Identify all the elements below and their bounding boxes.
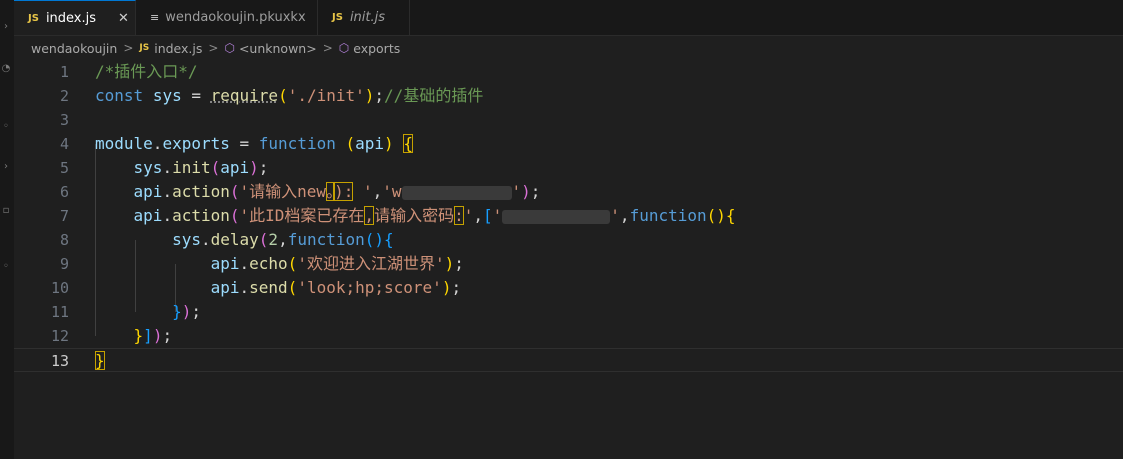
string-token: './init' <box>287 86 365 105</box>
code-line[interactable]: 10 api.send('look;hp;score'); <box>14 276 1123 300</box>
param-token: api <box>355 134 385 153</box>
line-number: 6 <box>59 183 69 201</box>
code-line-current[interactable]: 13 } <box>14 348 1123 372</box>
code-line[interactable]: 4 module.exports = function (api) { <box>14 132 1123 156</box>
function-token: require <box>210 86 279 105</box>
code-line[interactable]: 5 sys.init(api); <box>14 156 1123 180</box>
line-number: 8 <box>59 231 69 249</box>
line-number: 2 <box>59 87 69 105</box>
activity-icon-3[interactable]: ◦ <box>1 122 11 132</box>
breadcrumb: wendaokoujin > JS index.js > ⬡ <unknown>… <box>14 36 1123 60</box>
code-line[interactable]: 1 /*插件入口*/ <box>14 60 1123 84</box>
code-line[interactable]: 7 api.action('此ID档案已存在,请输入密码:',[' ',funct… <box>14 204 1123 228</box>
keyword-token: function <box>258 134 336 153</box>
code-line[interactable]: 3 <box>14 108 1123 132</box>
line-number: 10 <box>50 279 69 297</box>
keyword-token: const <box>95 86 144 105</box>
symbol-cube-icon: ⬡ <box>338 41 350 55</box>
tab-label: index.js <box>45 10 97 26</box>
line-number: 11 <box>50 303 69 321</box>
activity-bar-edge: › ◔ ◦ › ▫ ◦ <box>0 0 14 459</box>
code-line[interactable]: 12 }]); <box>14 324 1123 348</box>
activity-icon-5[interactable]: ▫ <box>1 206 11 216</box>
redacted-text <box>401 185 512 200</box>
code-editor-window: › ◔ ◦ › ▫ ◦ JS index.js ✕ ≡ wendaokoujin… <box>0 0 1123 459</box>
activity-icon-4[interactable]: › <box>1 162 11 172</box>
line-number: 12 <box>50 327 69 345</box>
chevron-right-icon: > <box>123 41 134 55</box>
comment-token: /*插件入口*/ <box>95 62 198 81</box>
chevron-right-icon: > <box>208 41 219 55</box>
property-token: exports <box>162 134 230 153</box>
activity-icon-6[interactable]: ◦ <box>1 262 11 272</box>
variable-token: sys <box>152 86 182 105</box>
line-number: 1 <box>59 63 69 81</box>
tab-wendaokoujin-pkuxkx[interactable]: ≡ wendaokoujin.pkuxkx <box>136 0 318 35</box>
activity-icon-1[interactable]: › <box>1 22 11 32</box>
breadcrumb-folder[interactable]: wendaokoujin <box>31 41 117 56</box>
activity-icon-2[interactable]: ◔ <box>1 64 11 74</box>
tab-bar: JS index.js ✕ ≡ wendaokoujin.pkuxkx JS i… <box>14 0 1123 36</box>
breadcrumb-symbol-exports[interactable]: ⬡ exports <box>339 41 401 56</box>
lines-file-icon: ≡ <box>150 11 160 24</box>
code-line[interactable]: 11 }); <box>14 300 1123 324</box>
line-number: 9 <box>59 255 69 273</box>
comment-token: //基础的插件 <box>384 86 484 105</box>
line-number: 5 <box>59 159 69 177</box>
js-file-icon: JS <box>332 12 343 23</box>
tab-index-js[interactable]: JS index.js ✕ <box>14 0 136 35</box>
line-number: 4 <box>59 135 69 153</box>
symbol-cube-icon: ⬡ <box>224 41 235 55</box>
redacted-text <box>502 209 611 224</box>
variable-token: module <box>95 134 153 153</box>
code-line[interactable]: 9 api.echo('欢迎进入江湖世界'); <box>14 252 1123 276</box>
line-number: 13 <box>50 352 69 370</box>
code-line[interactable]: 8 sys.delay(2,function(){ <box>14 228 1123 252</box>
code-area[interactable]: 1 /*插件入口*/ 2 const sys = require('./init… <box>14 60 1123 459</box>
chevron-right-icon: > <box>322 41 333 55</box>
code-line[interactable]: 6 api.action('请输入new。): ','w '); <box>14 180 1123 204</box>
code-line[interactable]: 2 const sys = require('./init');//基础的插件 <box>14 84 1123 108</box>
close-icon[interactable]: ✕ <box>118 11 129 26</box>
line-number: 7 <box>59 207 69 225</box>
js-file-icon: JS <box>28 12 39 24</box>
js-file-icon: JS <box>139 43 150 53</box>
operator-token: = <box>181 86 211 105</box>
tab-label: wendaokoujin.pkuxkx <box>165 10 306 25</box>
tab-label: init.js <box>349 10 386 25</box>
number-token: 2 <box>268 230 279 249</box>
breadcrumb-symbol-unknown[interactable]: ⬡ <unknown> <box>224 41 316 56</box>
line-number: 3 <box>59 111 69 129</box>
breadcrumb-file[interactable]: JS index.js <box>139 41 202 56</box>
tab-init-js[interactable]: JS init.js <box>318 0 410 35</box>
